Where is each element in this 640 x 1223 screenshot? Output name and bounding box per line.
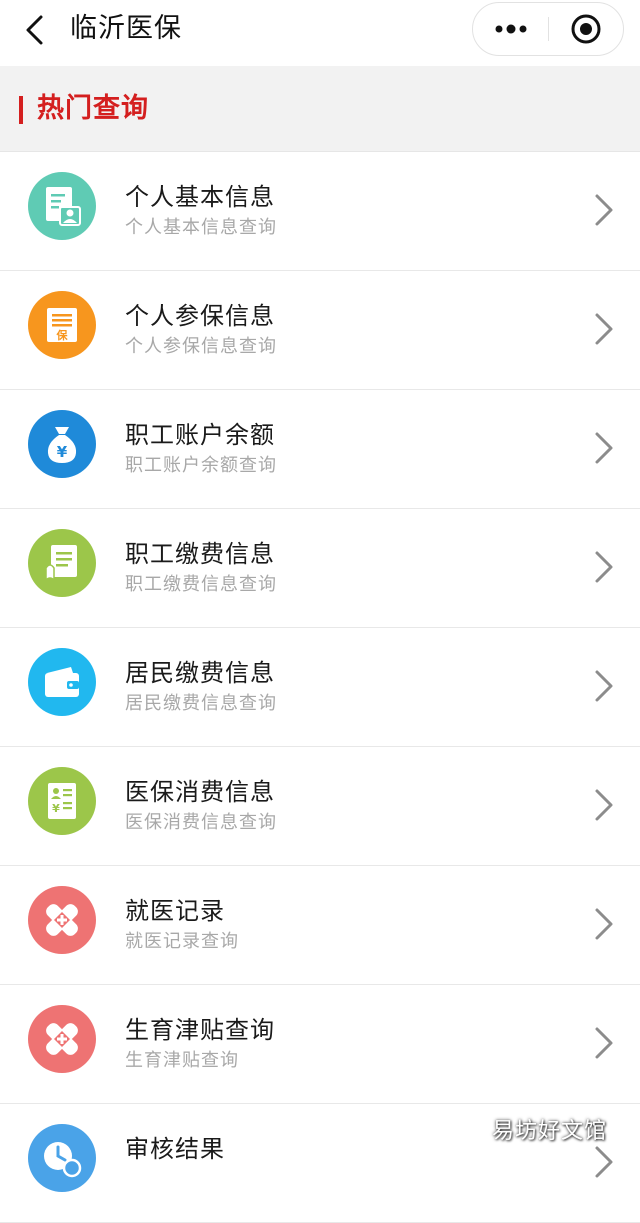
item-title: 个人参保信息	[125, 302, 275, 330]
svg-text:¥: ¥	[52, 802, 60, 815]
chevron-left-icon	[26, 15, 43, 45]
chevron-right-icon	[595, 194, 613, 226]
item-subtitle: 居民缴费信息查询	[125, 693, 277, 714]
item-subtitle: 个人基本信息查询	[125, 217, 277, 238]
medical-cross-icon	[28, 1005, 96, 1073]
list-item[interactable]: 职工缴费信息 职工缴费信息查询	[0, 509, 640, 628]
mini-program-capsule	[472, 2, 624, 56]
section-accent-bar	[19, 96, 23, 124]
chevron-right-icon	[595, 789, 613, 821]
page-title: 临沂医保	[70, 13, 182, 44]
item-title: 医保消费信息	[125, 778, 275, 806]
more-dots-icon	[495, 24, 527, 34]
item-title: 生育津贴查询	[125, 1016, 275, 1044]
target-circle-icon	[571, 14, 601, 44]
chevron-right-icon	[595, 551, 613, 583]
item-subtitle: 个人参保信息查询	[125, 336, 277, 357]
wallet-icon	[28, 648, 96, 716]
back-button[interactable]	[14, 10, 54, 50]
section-title: 热门查询	[37, 93, 149, 124]
list-item[interactable]: 保 个人参保信息 个人参保信息查询	[0, 271, 640, 390]
chevron-right-icon	[595, 908, 613, 940]
insurance-document-icon: 保	[28, 291, 96, 359]
item-subtitle: 医保消费信息查询	[125, 812, 277, 833]
item-subtitle: 职工账户余额查询	[125, 455, 277, 476]
svg-text:保: 保	[56, 328, 69, 342]
payment-document-icon	[28, 529, 96, 597]
chevron-right-icon	[595, 432, 613, 464]
navigation-bar: 临沂医保	[0, 0, 640, 66]
item-title: 就医记录	[125, 897, 225, 925]
query-list: 个人基本信息 个人基本信息查询 保 个人参保信息 个人参保信息查询 ¥ 职工账户…	[0, 152, 640, 1223]
chevron-right-icon	[595, 1027, 613, 1059]
close-button[interactable]	[549, 3, 623, 55]
svg-text:¥: ¥	[57, 443, 68, 461]
medical-cross-icon	[28, 886, 96, 954]
person-card-icon	[28, 172, 96, 240]
list-item[interactable]: 居民缴费信息 居民缴费信息查询	[0, 628, 640, 747]
medical-receipt-icon: ¥	[28, 767, 96, 835]
watermark-text: 易坊好文馆	[492, 1119, 608, 1144]
clock-icon	[28, 1124, 96, 1192]
chevron-right-icon	[595, 313, 613, 345]
chevron-right-icon	[595, 670, 613, 702]
item-title: 审核结果	[125, 1135, 225, 1163]
list-item[interactable]: ¥ 职工账户余额 职工账户余额查询	[0, 390, 640, 509]
item-title: 职工缴费信息	[125, 540, 275, 568]
item-subtitle: 就医记录查询	[125, 931, 239, 952]
list-item[interactable]: 个人基本信息 个人基本信息查询	[0, 152, 640, 271]
item-title: 职工账户余额	[125, 421, 275, 449]
item-title: 个人基本信息	[125, 183, 275, 211]
list-item[interactable]: 生育津贴查询 生育津贴查询	[0, 985, 640, 1104]
item-subtitle: 职工缴费信息查询	[125, 574, 277, 595]
money-bag-icon: ¥	[28, 410, 96, 478]
list-item[interactable]: 就医记录 就医记录查询	[0, 866, 640, 985]
item-subtitle: 生育津贴查询	[125, 1050, 239, 1071]
more-button[interactable]	[473, 3, 549, 55]
list-item[interactable]: ¥ 医保消费信息 医保消费信息查询	[0, 747, 640, 866]
item-title: 居民缴费信息	[125, 659, 275, 687]
section-header: 热门查询	[0, 66, 640, 152]
